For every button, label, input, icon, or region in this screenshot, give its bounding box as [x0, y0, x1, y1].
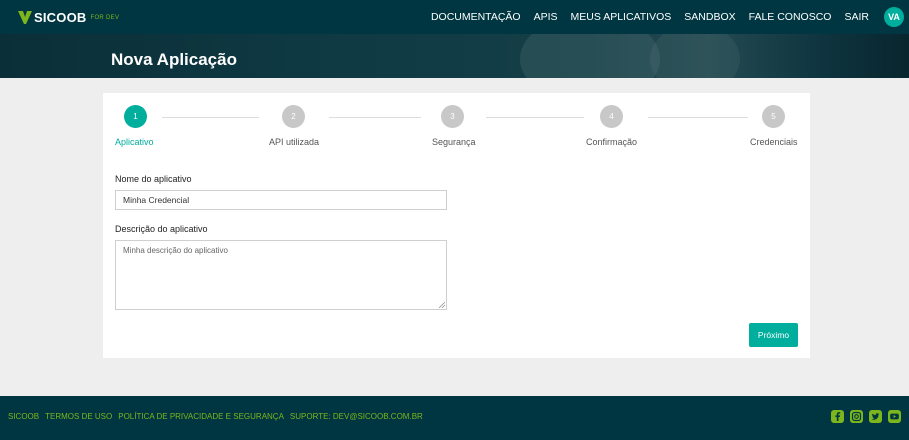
hero-background-shape [650, 34, 740, 78]
nav-link-sair[interactable]: SAIR [844, 11, 869, 23]
step-4-circle[interactable]: 4 [600, 105, 623, 128]
app-description-value: Minha descrição do aplicativo [123, 246, 228, 255]
sicoob-logo-icon [18, 11, 32, 24]
step-2-label: API utilizada [269, 137, 320, 147]
footer-link-sicoob[interactable]: SICOOB [8, 412, 39, 421]
next-button[interactable]: Próximo [749, 323, 798, 347]
page-title: Nova Aplicação [111, 50, 237, 69]
footer-links: SICOOB TERMOS DE USO POLÍTICA DE PRIVACI… [8, 412, 429, 421]
nav-link-sandbox[interactable]: SANDBOX [684, 11, 735, 23]
sicoob-logo[interactable]: SICOOB FOR DEV [18, 10, 119, 25]
top-navbar: SICOOB FOR DEV DOCUMENTAÇÃO APIS MEUS AP… [0, 0, 909, 34]
step-5-label: Credenciais [750, 137, 798, 147]
step-1-circle[interactable]: 1 [124, 105, 147, 128]
step-connector [648, 117, 748, 118]
nav-link-documentacao[interactable]: DOCUMENTAÇÃO [431, 11, 521, 23]
description-field-label: Descrição do aplicativo [115, 224, 208, 234]
nav-link-apis[interactable]: APIS [534, 11, 558, 23]
step-connector [486, 117, 584, 118]
app-name-value: Minha Credencial [123, 195, 190, 205]
step-3-circle[interactable]: 3 [441, 105, 464, 128]
footer-link-privacidade[interactable]: POLÍTICA DE PRIVACIDADE E SEGURANÇA [118, 412, 284, 421]
step-2-circle[interactable]: 2 [282, 105, 305, 128]
footer: SICOOB TERMOS DE USO POLÍTICA DE PRIVACI… [0, 396, 909, 440]
logo-text: SICOOB [34, 10, 87, 25]
resize-grip-icon[interactable] [439, 302, 445, 308]
name-field-label: Nome do aplicativo [115, 174, 192, 184]
app-name-input[interactable]: Minha Credencial [115, 190, 447, 210]
nav-link-fale-conosco[interactable]: FALE CONOSCO [749, 11, 832, 23]
youtube-icon[interactable] [888, 410, 901, 423]
step-3-label: Segurança [432, 137, 476, 147]
facebook-icon[interactable] [831, 410, 844, 423]
hero-background-shape [520, 34, 660, 78]
twitter-icon[interactable] [869, 410, 882, 423]
user-avatar[interactable]: VA [884, 7, 904, 27]
footer-link-suporte[interactable]: SUPORTE: DEV@SICOOB.COM.BR [290, 412, 423, 421]
step-5-circle[interactable]: 5 [762, 105, 785, 128]
footer-link-termos[interactable]: TERMOS DE USO [45, 412, 112, 421]
instagram-icon[interactable] [850, 410, 863, 423]
step-4-label: Confirmação [586, 137, 638, 147]
nav-link-meus-aplicativos[interactable]: MEUS APLICATIVOS [571, 11, 672, 23]
step-connector [329, 117, 421, 118]
nav-menu: DOCUMENTAÇÃO APIS MEUS APLICATIVOS SANDB… [418, 0, 869, 34]
step-connector [162, 117, 259, 118]
step-1-label: Aplicativo [115, 137, 154, 147]
hero-banner: Nova Aplicação [0, 34, 909, 78]
logo-subtitle: FOR DEV [90, 14, 120, 21]
app-description-textarea[interactable]: Minha descrição do aplicativo [115, 240, 447, 310]
form-card [103, 93, 810, 358]
